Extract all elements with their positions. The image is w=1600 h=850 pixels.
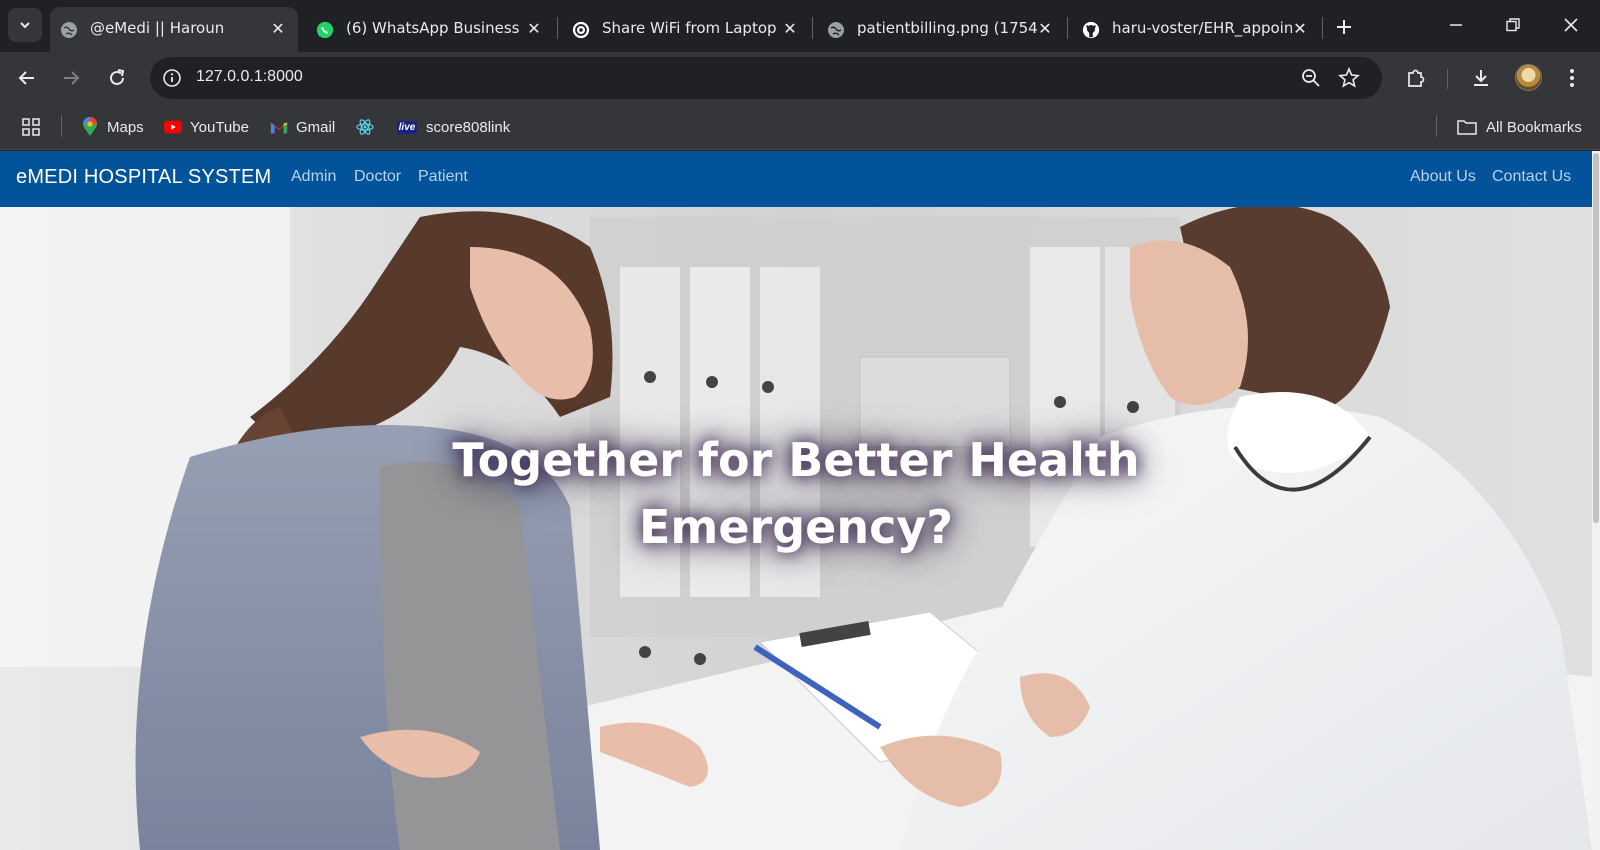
plus-icon xyxy=(1337,20,1351,34)
kebab-menu-icon xyxy=(1570,69,1574,87)
site-brand[interactable]: eMEDI HOSPITAL SYSTEM xyxy=(16,166,271,189)
tab-title: (6) WhatsApp Business xyxy=(346,19,520,37)
page-viewport: eMEDI HOSPITAL SYSTEM Admin Doctor Patie… xyxy=(0,151,1600,850)
tab-share-wifi[interactable]: Share WiFi from Laptop ✕ xyxy=(562,7,810,52)
download-icon xyxy=(1474,70,1488,86)
reload-icon xyxy=(110,69,125,85)
bookmark-score808link[interactable]: live score808link xyxy=(396,115,510,139)
bookmark-label: Gmail xyxy=(296,118,336,136)
bookmark-divider xyxy=(1436,115,1437,137)
back-button[interactable] xyxy=(11,62,43,94)
tab-divider xyxy=(557,17,558,39)
react-icon xyxy=(356,118,374,136)
gmail-icon xyxy=(270,118,288,136)
profile-avatar[interactable] xyxy=(1515,64,1542,91)
youtube-icon xyxy=(164,118,182,136)
info-icon[interactable] xyxy=(162,68,182,88)
tab-title: haru-voster/EHR_appoint xyxy=(1112,19,1292,37)
restore-icon xyxy=(1506,18,1520,32)
tab-title: @eMedi || Haroun xyxy=(90,19,225,37)
bookmark-gmail[interactable]: Gmail xyxy=(270,115,335,139)
tab-divider xyxy=(812,17,813,39)
browser-titlebar: @eMedi || Haroun ✕ (6) WhatsApp Business… xyxy=(0,0,1600,52)
bookmark-label: Maps xyxy=(107,118,144,136)
nav-about-us[interactable]: About Us xyxy=(1410,168,1476,186)
close-icon[interactable]: ✕ xyxy=(780,18,800,38)
maps-icon xyxy=(81,117,99,136)
bookmark-label: score808link xyxy=(426,118,511,136)
hero-subheading: Emergency? xyxy=(638,500,954,554)
new-tab-button[interactable] xyxy=(1330,13,1358,41)
nav-doctor[interactable]: Doctor xyxy=(354,168,401,186)
chevron-down-icon xyxy=(20,22,30,29)
hero-heading: Together for Better Health xyxy=(452,433,1140,487)
live-icon-text: live xyxy=(396,120,418,134)
menu-button[interactable] xyxy=(1559,65,1585,91)
tab-search-button[interactable] xyxy=(8,8,42,42)
github-icon xyxy=(1082,21,1100,39)
bookmark-label: YouTube xyxy=(190,118,249,136)
tab-title: Share WiFi from Laptop xyxy=(602,19,777,37)
globe-icon xyxy=(827,21,845,39)
arrow-left-icon xyxy=(18,71,34,85)
restore-button[interactable] xyxy=(1493,8,1533,42)
downloads-button[interactable] xyxy=(1468,65,1494,91)
tab-whatsapp[interactable]: (6) WhatsApp Business ✕ xyxy=(306,7,554,52)
apps-button[interactable] xyxy=(22,115,48,139)
tab-patientbilling[interactable]: patientbilling.png (1754× ✕ xyxy=(817,7,1065,52)
toolbar-divider xyxy=(1447,69,1448,89)
address-bar[interactable]: 127.0.0.1:8000 xyxy=(150,57,1382,99)
bookmark-maps[interactable]: Maps xyxy=(81,115,144,139)
tab-divider xyxy=(1067,17,1068,39)
bookmark-youtube[interactable]: YouTube xyxy=(164,115,249,139)
close-icon[interactable]: ✕ xyxy=(268,18,288,38)
close-icon xyxy=(1564,18,1578,32)
openai-icon xyxy=(572,21,590,39)
bookmark-react[interactable] xyxy=(356,115,382,139)
browser-toolbar: 127.0.0.1:8000 xyxy=(0,52,1600,104)
apps-grid-icon xyxy=(22,118,40,136)
site-navbar: eMEDI HOSPITAL SYSTEM Admin Doctor Patie… xyxy=(0,151,1592,207)
url-text[interactable]: 127.0.0.1:8000 xyxy=(196,68,303,86)
all-bookmarks-button[interactable]: All Bookmarks xyxy=(1456,115,1582,139)
close-icon[interactable]: ✕ xyxy=(524,18,544,38)
tab-github[interactable]: haru-voster/EHR_appoint ✕ xyxy=(1072,7,1320,52)
hero-banner: Together for Better Health Emergency? xyxy=(0,207,1592,850)
minimize-button[interactable] xyxy=(1436,8,1476,42)
forward-button[interactable] xyxy=(55,62,87,94)
tab-divider xyxy=(1322,17,1323,39)
zoom-icon[interactable] xyxy=(1300,67,1322,89)
nav-contact-us[interactable]: Contact Us xyxy=(1492,168,1571,186)
live-icon: live xyxy=(396,118,418,136)
close-icon[interactable]: ✕ xyxy=(1035,18,1055,38)
all-bookmarks-label: All Bookmarks xyxy=(1486,118,1582,136)
globe-icon xyxy=(60,21,78,39)
scrollbar-thumb[interactable] xyxy=(1593,153,1599,523)
tab-title: patientbilling.png (1754× xyxy=(857,19,1037,37)
window-close-button[interactable] xyxy=(1551,8,1591,42)
whatsapp-icon xyxy=(316,21,334,39)
bookmark-star-icon[interactable] xyxy=(1338,67,1360,89)
bookmarks-bar: Maps YouTube Gmail live score808link All… xyxy=(0,104,1600,150)
close-icon[interactable]: ✕ xyxy=(1290,18,1310,38)
page-scrollbar[interactable] xyxy=(1592,151,1600,850)
reload-button[interactable] xyxy=(101,62,133,94)
nav-patient[interactable]: Patient xyxy=(418,168,468,186)
tab-emedi[interactable]: @eMedi || Haroun ✕ xyxy=(50,7,298,52)
extensions-button[interactable] xyxy=(1403,65,1429,91)
puzzle-icon xyxy=(1408,69,1425,87)
folder-icon xyxy=(1456,118,1478,136)
bookmark-divider xyxy=(61,115,62,137)
nav-admin[interactable]: Admin xyxy=(291,168,336,186)
arrow-right-icon xyxy=(64,71,80,85)
minimize-icon xyxy=(1450,24,1462,26)
